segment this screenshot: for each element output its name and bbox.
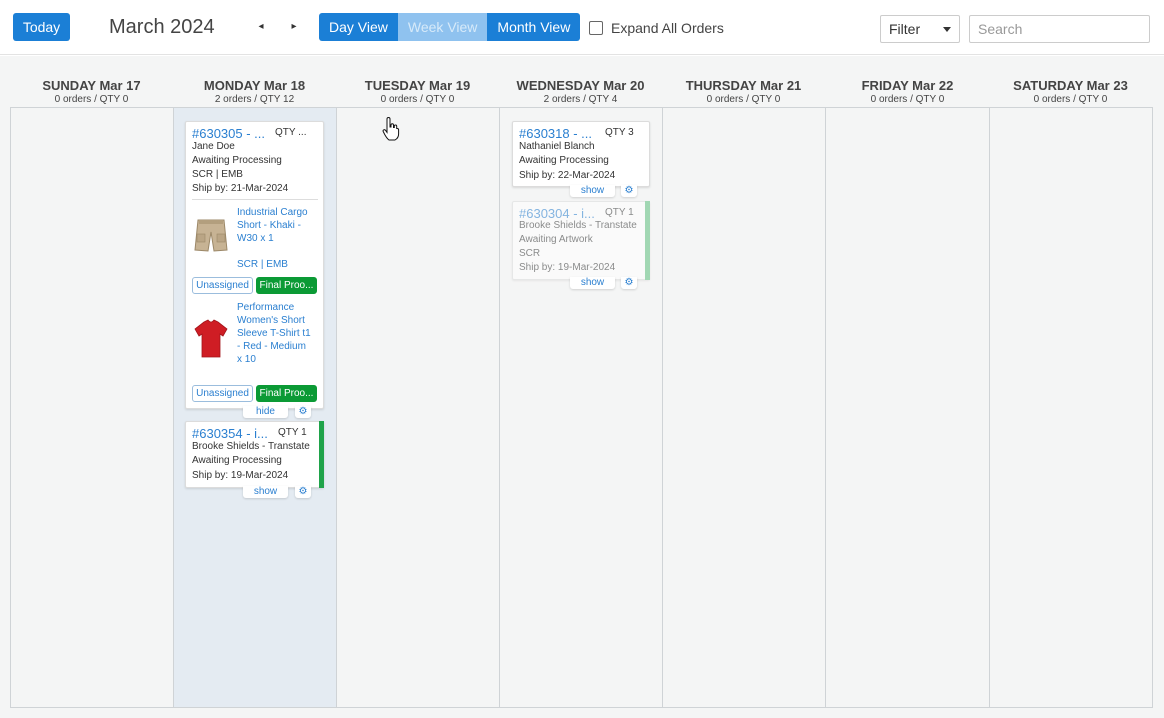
day-name: WEDNESDAY Mar 20 [516, 78, 645, 93]
gear-icon[interactable]: ⚙ [621, 185, 637, 197]
customer-name: Nathaniel Blanch [519, 141, 595, 152]
order-qty: QTY 1 [605, 207, 634, 218]
day-name: FRIDAY Mar 22 [861, 78, 954, 93]
view-switcher: Day View Week View Month View [319, 13, 581, 41]
day-summary: 0 orders / QTY 0 [870, 94, 945, 105]
status-color-bar [645, 201, 650, 280]
customer-name: Jane Doe [192, 141, 235, 152]
day-column-tuesday[interactable] [337, 108, 500, 707]
order-status: Awaiting Processing [519, 155, 609, 166]
order-qty: QTY 1 [278, 427, 307, 438]
day-name: MONDAY Mar 18 [203, 78, 306, 93]
day-column-saturday[interactable] [990, 108, 1153, 707]
ship-by-date: Ship by: 22-Mar-2024 [519, 170, 616, 181]
today-button[interactable]: Today [13, 13, 70, 41]
filter-label: Filter [889, 21, 921, 37]
order-status: Awaiting Processing [192, 455, 282, 466]
day-name: SUNDAY Mar 17 [42, 78, 141, 93]
assignee-badge[interactable]: Unassigned [192, 385, 253, 402]
day-header-tuesday: TUESDAY Mar 19 0 orders / QTY 0 [336, 78, 499, 105]
hand-pointer-cursor-icon [382, 117, 400, 141]
day-column-sunday[interactable] [11, 108, 174, 707]
item-decoration: SCR | EMB [237, 259, 288, 270]
order-qty: QTY 3 [605, 127, 634, 138]
day-summary: 2 orders / QTY 12 [214, 94, 295, 105]
order-card[interactable]: #630304 - i... QTY 1 Brooke Shields - Tr… [512, 201, 650, 280]
order-status: Awaiting Processing [192, 155, 282, 166]
order-card[interactable]: #630305 - ... QTY ... Jane Doe Awaiting … [185, 121, 324, 409]
divider [192, 199, 318, 200]
day-header-monday: MONDAY Mar 18 2 orders / QTY 12 [173, 78, 336, 105]
assignee-badge[interactable]: Unassigned [192, 277, 253, 294]
order-id-link[interactable]: #630354 - i... [192, 426, 268, 441]
day-name: SATURDAY Mar 23 [1013, 78, 1128, 93]
order-card[interactable]: #630318 - ... QTY 3 Nathaniel Blanch Awa… [512, 121, 650, 187]
month-view-button[interactable]: Month View [487, 13, 581, 41]
day-header-saturday: SATURDAY Mar 23 0 orders / QTY 0 [989, 78, 1152, 105]
order-status: Awaiting Artwork [519, 234, 593, 245]
customer-name: Brooke Shields - Transtate [519, 220, 637, 231]
show-toggle[interactable]: show [243, 486, 288, 498]
red-tshirt-icon [194, 319, 228, 358]
item-name-link[interactable]: Industrial Cargo Short - Khaki - W30 x 1 [237, 206, 313, 245]
cargo-shorts-icon [194, 219, 228, 252]
ship-by-date: Ship by: 19-Mar-2024 [192, 470, 289, 481]
stage-badge[interactable]: Final Proo... [256, 277, 317, 294]
search-input[interactable] [969, 15, 1150, 43]
gear-icon[interactable]: ⚙ [295, 486, 311, 498]
day-summary: 0 orders / QTY 0 [54, 94, 129, 105]
decoration-methods: SCR | EMB [192, 169, 243, 180]
day-summary: 0 orders / QTY 0 [380, 94, 455, 105]
day-column-thursday[interactable] [663, 108, 826, 707]
month-title: March 2024 [109, 16, 215, 38]
prev-week-icon[interactable]: ◂ [254, 20, 268, 34]
show-toggle[interactable]: show [570, 277, 615, 289]
filter-select[interactable]: Filter [880, 15, 960, 43]
day-view-button[interactable]: Day View [319, 13, 398, 41]
gear-icon[interactable]: ⚙ [621, 277, 637, 289]
status-color-bar [319, 421, 324, 488]
decoration-methods: SCR [519, 248, 541, 259]
ship-by-date: Ship by: 19-Mar-2024 [519, 262, 616, 273]
order-id-link[interactable]: #630304 - i... [519, 206, 595, 221]
day-name: TUESDAY Mar 19 [364, 78, 471, 93]
day-column-wednesday[interactable] [500, 108, 663, 707]
toolbar: Today March 2024 ◂ ▸ Day View Week View … [0, 0, 1164, 55]
next-week-icon[interactable]: ▸ [287, 20, 301, 34]
week-grid [10, 107, 1153, 708]
day-header-wednesday: WEDNESDAY Mar 20 2 orders / QTY 4 [499, 78, 662, 105]
item-name-link[interactable]: Performance Women's Short Sleeve T-Shirt… [237, 301, 313, 366]
gear-icon[interactable]: ⚙ [295, 406, 311, 418]
hide-toggle[interactable]: hide [243, 406, 288, 418]
day-summary: 2 orders / QTY 4 [543, 94, 618, 105]
day-summary: 0 orders / QTY 0 [1033, 94, 1108, 105]
week-view-button[interactable]: Week View [397, 13, 488, 41]
order-card[interactable]: #630354 - i... QTY 1 Brooke Shields - Tr… [185, 421, 324, 488]
day-header-friday: FRIDAY Mar 22 0 orders / QTY 0 [826, 78, 989, 105]
day-column-friday[interactable] [826, 108, 990, 707]
day-name: THURSDAY Mar 21 [685, 78, 802, 93]
day-header-sunday: SUNDAY Mar 17 0 orders / QTY 0 [10, 78, 173, 105]
customer-name: Brooke Shields - Transtate [192, 441, 310, 452]
ship-by-date: Ship by: 21-Mar-2024 [192, 183, 289, 194]
order-id-link[interactable]: #630305 - ... [192, 126, 265, 141]
order-qty: QTY ... [275, 127, 307, 138]
expand-all-orders-toggle[interactable]: Expand All Orders [589, 20, 724, 36]
day-summary: 0 orders / QTY 0 [706, 94, 781, 105]
expand-all-checkbox[interactable] [589, 21, 603, 35]
chevron-down-icon [943, 27, 951, 32]
expand-all-label: Expand All Orders [611, 20, 724, 36]
order-id-link[interactable]: #630318 - ... [519, 126, 592, 141]
show-toggle[interactable]: show [570, 185, 615, 197]
day-header-thursday: THURSDAY Mar 21 0 orders / QTY 0 [662, 78, 825, 105]
stage-badge[interactable]: Final Proo... [256, 385, 317, 402]
